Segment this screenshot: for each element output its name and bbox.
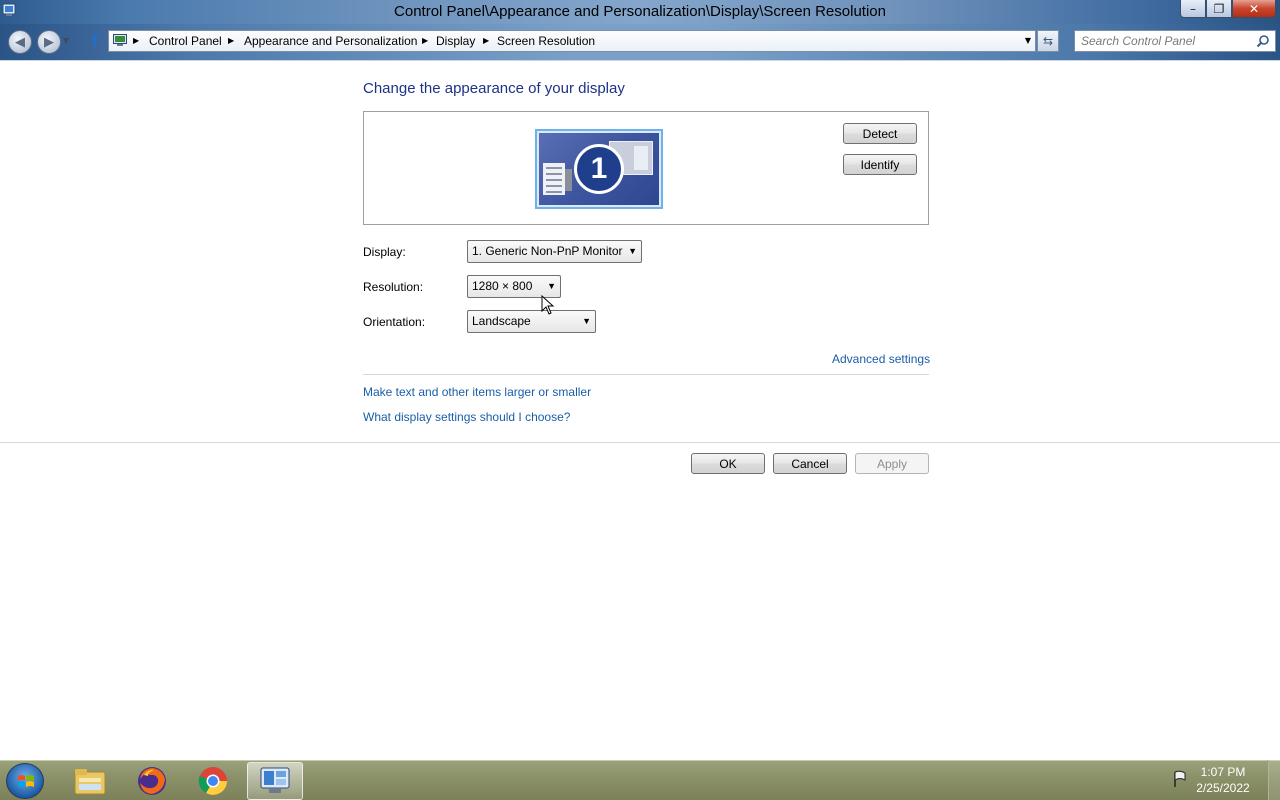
control-panel-icon — [260, 767, 290, 793]
chrome-icon — [198, 767, 227, 795]
advanced-settings-link[interactable]: Advanced settings — [832, 352, 930, 366]
search-box[interactable] — [1074, 30, 1276, 52]
resolution-label: Resolution: — [363, 280, 424, 294]
mouse-pointer-icon — [541, 295, 555, 315]
windows-logo-icon — [18, 775, 34, 787]
close-button[interactable]: ✕ — [1232, 0, 1276, 18]
refresh-button[interactable]: ⇆ — [1037, 30, 1059, 52]
chevron-right-icon[interactable]: ▶ — [483, 36, 489, 45]
system-clock[interactable]: 1:07 PM 2/25/2022 — [1188, 764, 1258, 796]
firefox-icon — [138, 767, 166, 795]
divider — [363, 374, 929, 375]
apply-button[interactable]: Apply — [855, 453, 929, 474]
detect-button[interactable]: Detect — [843, 123, 917, 144]
search-icon[interactable] — [1256, 34, 1270, 48]
clock-date: 2/25/2022 — [1196, 781, 1250, 795]
taskbar — [0, 760, 1280, 800]
forward-arrow-icon: ▶ — [44, 34, 54, 50]
chevron-right-icon[interactable]: ▶ — [228, 36, 234, 45]
orientation-select[interactable]: Landscape ▼ — [467, 310, 596, 333]
up-arrow-icon: ↑ — [88, 32, 103, 52]
breadcrumb-display[interactable]: Display — [436, 34, 475, 48]
recent-pages-dropdown[interactable]: ▼ — [63, 36, 69, 45]
control-panel-icon — [113, 34, 127, 46]
resolution-select-value: 1280 × 800 — [472, 279, 533, 293]
chevron-down-icon: ▼ — [547, 281, 556, 291]
monitor-number-badge: 1 — [574, 144, 624, 194]
taskbar-file-explorer[interactable] — [62, 762, 118, 800]
ok-button[interactable]: OK — [691, 453, 765, 474]
chevron-down-icon: ▼ — [628, 246, 637, 256]
chevron-down-icon: ▼ — [582, 316, 591, 326]
header-divider — [0, 60, 1280, 61]
search-input[interactable] — [1081, 33, 1251, 49]
text-size-link[interactable]: Make text and other items larger or smal… — [363, 385, 591, 399]
footer-divider — [0, 442, 1280, 443]
minimize-button[interactable]: – — [1180, 0, 1206, 18]
taskbar-chrome[interactable] — [185, 762, 241, 800]
clock-time: 1:07 PM — [1200, 765, 1246, 779]
taskbar-firefox[interactable] — [124, 762, 180, 800]
taskbar-control-panel[interactable] — [247, 762, 303, 800]
folder-icon — [74, 769, 106, 795]
breadcrumb-control-panel[interactable]: Control Panel — [149, 34, 222, 48]
chevron-right-icon[interactable]: ▶ — [133, 36, 139, 45]
display-help-link[interactable]: What display settings should I choose? — [363, 410, 570, 424]
breadcrumb-appearance[interactable]: Appearance and Personalization — [244, 34, 417, 48]
title-bar: Control Panel\Appearance and Personaliza… — [0, 0, 1280, 24]
display-select-value: 1. Generic Non-PnP Monitor — [472, 244, 623, 258]
breadcrumb-screen-resolution[interactable]: Screen Resolution — [497, 34, 595, 48]
start-button[interactable] — [6, 763, 44, 799]
address-bar[interactable]: ▶ Control Panel ▶ Appearance and Persona… — [108, 30, 1036, 52]
page-title: Change the appearance of your display — [363, 80, 625, 97]
orientation-select-value: Landscape — [472, 314, 531, 328]
navigation-bar: ◀ ▶ ▼ ↑ ▶ Control Panel ▶ Appearance and… — [0, 24, 1280, 60]
cancel-button[interactable]: Cancel — [773, 453, 847, 474]
chevron-down-icon[interactable]: ▼ — [1025, 36, 1031, 45]
display-label: Display: — [363, 245, 406, 259]
chevron-right-icon[interactable]: ▶ — [422, 36, 428, 45]
back-button[interactable]: ◀ — [8, 30, 32, 54]
refresh-icon: ⇆ — [1042, 34, 1054, 48]
action-center-flag-icon[interactable] — [1172, 770, 1188, 788]
identify-button[interactable]: Identify — [843, 154, 917, 175]
display-select[interactable]: 1. Generic Non-PnP Monitor ▼ — [467, 240, 642, 263]
window-title: Control Panel\Appearance and Personaliza… — [394, 3, 886, 20]
orientation-label: Orientation: — [363, 315, 426, 329]
show-desktop-button[interactable] — [1268, 760, 1280, 800]
monitor-1-icon[interactable]: 1 — [535, 129, 663, 209]
back-arrow-icon: ◀ — [15, 34, 25, 50]
forward-button[interactable]: ▶ — [37, 30, 61, 54]
up-level-button[interactable]: ↑ — [88, 32, 104, 52]
monitor-preview-panel: 1 Detect Identify — [363, 111, 929, 225]
maximize-button[interactable]: ❐ — [1206, 0, 1232, 18]
